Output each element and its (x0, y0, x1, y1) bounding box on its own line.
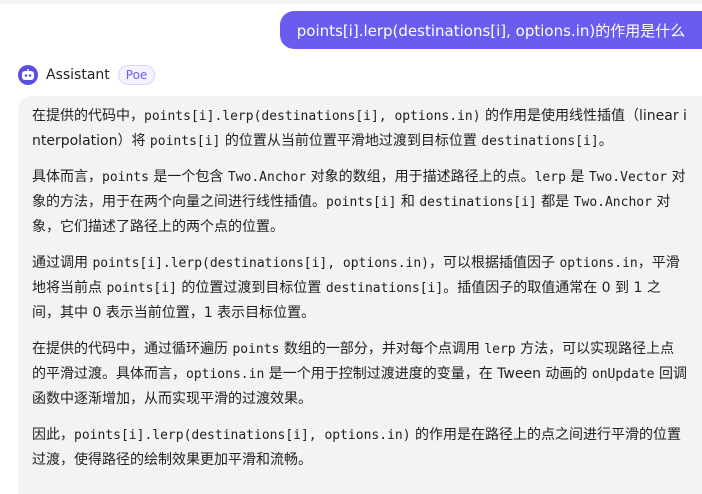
inline-code: Two.Anchor (227, 170, 307, 185)
text: 对象的数组，用于描述路径上的点。 (306, 169, 535, 185)
poe-badge: Poe (117, 65, 156, 85)
answer-paragraph-3: 通过调用 points[i].lerp(destinations[i], opt… (32, 251, 688, 326)
inline-code: onUpdate (591, 367, 655, 382)
inline-code: Two.Anchor (573, 195, 652, 210)
inline-code: lerp (484, 342, 516, 357)
text: 是一个包含 (148, 169, 228, 185)
assistant-message-card: 在提供的代码中，points[i].lerp(destinations[i], … (18, 96, 702, 494)
assistant-header: Assistant Poe (18, 64, 156, 86)
answer-paragraph-1: 在提供的代码中，points[i].lerp(destinations[i], … (32, 104, 688, 154)
inline-code: destinations[i] (325, 281, 444, 296)
inline-code: options.in (559, 256, 638, 271)
user-message-text: points[i].lerp(destinations[i], options.… (296, 21, 686, 40)
inline-code: points (102, 170, 149, 185)
text: 具体而言， (32, 169, 102, 185)
bot-name[interactable]: Assistant (46, 67, 110, 83)
text: 是 (565, 169, 589, 185)
text: 是一个用于控制过渡进度的变量，在 Tween 动画的 (264, 366, 592, 382)
text: 在提供的代码中， (32, 108, 144, 124)
bot-avatar-icon[interactable] (18, 65, 38, 85)
text: 。 (598, 133, 613, 149)
inline-code: options.in (186, 367, 265, 382)
chat-page: points[i].lerp(destinations[i], options.… (0, 0, 702, 494)
inline-code: destinations[i] (419, 195, 537, 210)
inline-code: points[i].lerp(destinations[i], options.… (92, 256, 429, 271)
inline-code: destinations[i] (481, 134, 599, 149)
inline-code: Two.Vector (588, 170, 668, 185)
text: 数组的一部分，并对每个点调用 (279, 341, 485, 357)
user-message-bubble: points[i].lerp(destinations[i], options.… (280, 11, 702, 49)
inline-code: points[i] (326, 195, 397, 210)
answer-paragraph-2: 具体而言，points 是一个包含 Two.Anchor 对象的数组，用于描述路… (32, 165, 688, 240)
inline-code: lerp (534, 170, 566, 185)
answer-paragraph-5: 因此，points[i].lerp(destinations[i], optio… (32, 423, 688, 473)
text: 和 (396, 194, 420, 210)
answer-paragraph-4: 在提供的代码中，通过循环遍历 points 数组的一部分，并对每个点调用 ler… (32, 337, 688, 412)
text: 在提供的代码中，通过循环遍历 (32, 341, 233, 357)
robot-icon (22, 69, 34, 80)
text: 通过调用 (32, 255, 93, 271)
inline-code: points[i].lerp(destinations[i], options.… (144, 109, 481, 124)
inline-code: points[i].lerp(destinations[i], options.… (74, 428, 411, 443)
text: ，可以根据插值因子 (429, 255, 560, 271)
previous-message-edge (0, 0, 702, 4)
inline-code: points (232, 342, 280, 357)
inline-code: points[i] (106, 281, 177, 296)
inline-code: points[i] (149, 134, 221, 149)
text: 的位置从当前位置平滑地过渡到目标位置 (220, 133, 482, 149)
text: 的位置过渡到目标位置 (176, 280, 326, 296)
text: 都是 (536, 194, 574, 210)
text: 因此， (32, 427, 74, 443)
